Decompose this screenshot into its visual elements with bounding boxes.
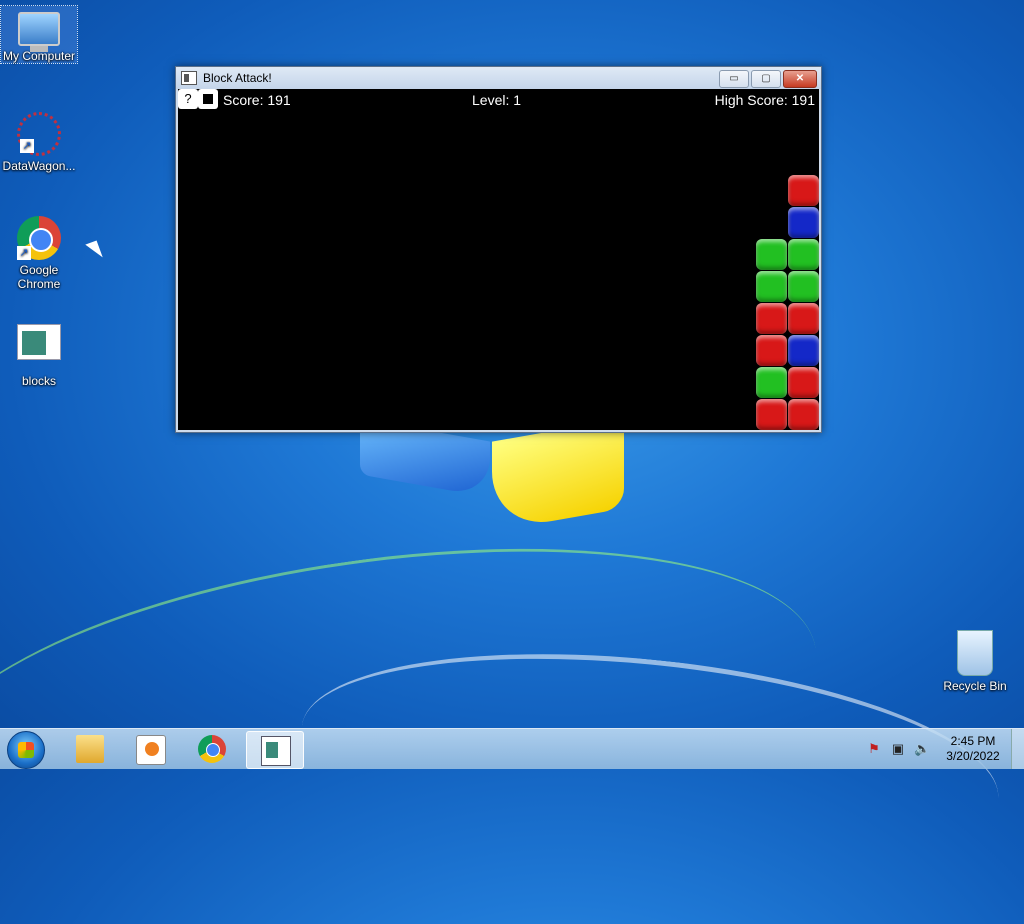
taskbar-item-blocks[interactable] [246, 731, 304, 769]
level-display: Level: 1 [472, 92, 522, 108]
chrome-icon [198, 735, 226, 763]
desktop-icon-label: Google Chrome [17, 263, 61, 291]
minimize-button[interactable]: ▭ [719, 70, 749, 88]
chrome-icon: ↗ [17, 216, 61, 260]
taskbar-item-windows-explorer[interactable] [62, 731, 118, 767]
volume-icon[interactable]: 🔈 [914, 741, 930, 757]
action-center-flag-icon[interactable]: ⚑ [866, 741, 882, 757]
desktop-icon-label: Recycle Bin [943, 679, 1007, 693]
highscore-display: High Score: 191 [714, 92, 815, 108]
mouse-cursor-icon [85, 240, 103, 262]
desktop-icon-label: DataWagon... [2, 159, 76, 173]
network-icon[interactable]: ▣ [890, 741, 906, 757]
media-player-icon [136, 735, 166, 765]
window-title: Block Attack! [203, 71, 272, 85]
window-app-icon [181, 71, 197, 85]
start-button[interactable] [7, 731, 45, 769]
recycle-bin-icon [957, 630, 993, 676]
desktop-icon-datawagon[interactable]: ↗ DataWagon... [1, 112, 77, 173]
desktop-icon-blocks[interactable]: blocks [1, 324, 77, 388]
folder-icon [76, 735, 104, 763]
taskbar-item-google-chrome[interactable] [184, 731, 240, 767]
help-button[interactable]: ? [178, 89, 198, 109]
desktop-icon-google-chrome[interactable]: ↗ Google Chrome [1, 216, 77, 291]
game-block[interactable] [788, 175, 819, 206]
computer-icon [18, 12, 60, 52]
blocks-app-icon [261, 736, 291, 766]
game-block[interactable] [788, 303, 819, 334]
clock-date: 3/20/2022 [946, 749, 1000, 763]
datawagon-icon: ↗ [17, 112, 61, 156]
blocks-app-icon [17, 324, 61, 360]
wallpaper-logo-yellow [492, 418, 624, 532]
window-titlebar[interactable]: Block Attack! ▭ ▢ ✕ [176, 67, 821, 89]
close-button[interactable]: ✕ [783, 70, 817, 88]
system-clock[interactable]: 2:45 PM 3/20/2022 [938, 734, 1008, 764]
desktop-icon-recycle-bin[interactable]: Recycle Bin [937, 630, 1013, 693]
game-block[interactable] [788, 399, 819, 430]
game-block[interactable] [788, 367, 819, 398]
game-block[interactable] [756, 399, 787, 430]
game-block[interactable] [756, 271, 787, 302]
game-board[interactable]: ? Score: 191 Level: 1 High Score: 191 [178, 89, 819, 430]
game-block[interactable] [756, 335, 787, 366]
taskbar-item-media-player[interactable] [122, 731, 178, 767]
score-display: Score: 191 [223, 92, 291, 108]
desktop-icon-label: blocks [21, 374, 56, 388]
desktop-icon-my-computer[interactable]: My Computer [0, 5, 78, 64]
game-block[interactable] [788, 335, 819, 366]
block-attack-window[interactable]: Block Attack! ▭ ▢ ✕ ? Score: 191 Level: … [175, 66, 822, 433]
game-block[interactable] [756, 303, 787, 334]
window-controls: ▭ ▢ ✕ [717, 70, 817, 88]
game-block[interactable] [756, 367, 787, 398]
taskbar: ⚑ ▣ 🔈 2:45 PM 3/20/2022 [0, 728, 1024, 769]
stop-button[interactable] [198, 89, 218, 109]
maximize-button[interactable]: ▢ [751, 70, 781, 88]
shortcut-arrow-icon: ↗ [17, 246, 31, 260]
shortcut-arrow-icon: ↗ [20, 139, 34, 153]
game-block[interactable] [788, 239, 819, 270]
show-desktop-button[interactable] [1011, 729, 1024, 769]
clock-time: 2:45 PM [950, 734, 996, 748]
game-block[interactable] [788, 207, 819, 238]
game-block[interactable] [756, 239, 787, 270]
game-block[interactable] [788, 271, 819, 302]
